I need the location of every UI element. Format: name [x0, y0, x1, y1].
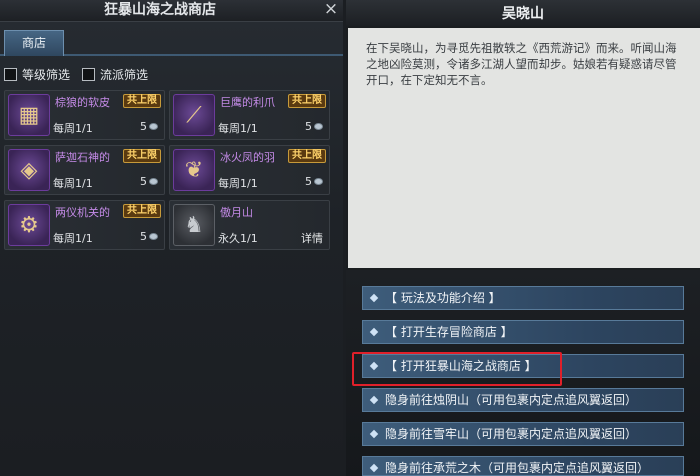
- cost-value: 5: [305, 175, 312, 188]
- option-open-survival-shop[interactable]: 【 打开生存冒险商店 】: [362, 320, 684, 344]
- diamond-bullet-icon: [369, 395, 379, 405]
- details-link[interactable]: 详情: [301, 230, 323, 246]
- shop-item-stone-god[interactable]: ◈ 萨迦石神的 共上限 每周1/1 5: [4, 145, 165, 195]
- npc-dialog-panel: 吴晓山 在下吴晓山，为寻觅先祖散轶之《西荒游记》而来。听闻山海之地凶险莫测，令诸…: [346, 0, 700, 476]
- item-period: 每周1/1: [218, 122, 258, 135]
- limit-badge: 共上限: [288, 149, 326, 163]
- gear-icon: ⚙: [8, 204, 50, 246]
- checkbox-icon: [4, 67, 17, 81]
- shop-titlebar: 狂暴山海之战商店 ×: [0, 0, 343, 22]
- npc-name: 吴晓山: [502, 6, 544, 22]
- wolf-mount-icon: ♞: [173, 204, 215, 246]
- item-name: 巨鹰的利爪: [220, 96, 275, 109]
- item-cost: 5: [140, 175, 158, 188]
- school-filter-checkbox[interactable]: 流派筛选: [82, 66, 148, 82]
- limit-badge: 共上限: [123, 204, 161, 218]
- item-name: 棕狼的软皮: [55, 96, 110, 109]
- limit-badge: 共上限: [288, 94, 326, 108]
- shop-item-phoenix-feather[interactable]: ❦ 冰火凤的羽 共上限 每周1/1 5: [169, 145, 330, 195]
- option-label: 【 玩法及功能介绍 】: [385, 291, 501, 305]
- item-period: 每周1/1: [53, 232, 93, 245]
- claw-icon: ⟋: [173, 94, 215, 136]
- feather-icon: ❦: [173, 149, 215, 191]
- currency-icon: [149, 233, 158, 240]
- leather-icon: ▦: [8, 94, 50, 136]
- item-name: 萨迦石神的: [55, 151, 110, 164]
- cost-value: 5: [305, 120, 312, 133]
- option-label: 隐身前往烛阴山（可用包裹内定点追风翼返回）: [385, 393, 638, 407]
- level-filter-checkbox[interactable]: 等级筛选: [4, 66, 70, 82]
- option-travel-xuelao[interactable]: 隐身前往雪牢山（可用包裹内定点追风翼返回）: [362, 422, 684, 446]
- shop-item-aoyue-mount[interactable]: ♞ 傲月山 永久1/1 详情: [169, 200, 330, 250]
- option-label: 隐身前往承荒之木（可用包裹内定点追风翼返回）: [385, 461, 650, 475]
- shop-title: 狂暴山海之战商店: [104, 2, 216, 18]
- item-cost: 5: [305, 175, 323, 188]
- option-gameplay-intro[interactable]: 【 玩法及功能介绍 】: [362, 286, 684, 310]
- currency-icon: [149, 178, 158, 185]
- shop-tabbar: 商店: [0, 28, 343, 56]
- item-cost: 5: [140, 230, 158, 243]
- limit-badge: 共上限: [123, 149, 161, 163]
- item-cost: 5: [140, 120, 158, 133]
- option-travel-chenghuang[interactable]: 隐身前往承荒之木（可用包裹内定点追风翼返回）: [362, 456, 684, 476]
- level-filter-label: 等级筛选: [22, 67, 71, 82]
- diamond-bullet-icon: [369, 429, 379, 439]
- item-name: 傲月山: [220, 206, 253, 219]
- school-filter-label: 流派筛选: [100, 67, 149, 82]
- diamond-bullet-icon: [369, 463, 379, 473]
- shop-item-wolf-hide[interactable]: ▦ 棕狼的软皮 共上限 每周1/1 5: [4, 90, 165, 140]
- shop-panel: 狂暴山海之战商店 × 商店 等级筛选 流派筛选 ▦ 棕狼的软皮 共上限 每周1/…: [0, 0, 343, 476]
- item-name: 两仪机关的: [55, 206, 110, 219]
- tab-shop[interactable]: 商店: [4, 30, 64, 56]
- shop-body: 商店 等级筛选 流派筛选 ▦ 棕狼的软皮 共上限 每周1/1 5 ⟋ 巨鹰的利爪…: [0, 22, 343, 476]
- item-period: 每周1/1: [53, 177, 93, 190]
- currency-icon: [314, 178, 323, 185]
- npc-titlebar: 吴晓山: [346, 0, 700, 26]
- cost-value: 5: [140, 230, 147, 243]
- limit-badge: 共上限: [123, 94, 161, 108]
- item-period: 每周1/1: [218, 177, 258, 190]
- diamond-bullet-icon: [369, 293, 379, 303]
- option-label: 【 打开生存冒险商店 】: [385, 325, 513, 339]
- option-label: 隐身前往雪牢山（可用包裹内定点追风翼返回）: [385, 427, 638, 441]
- highlight-annotation: [352, 352, 562, 386]
- npc-dialog-box: 在下吴晓山，为寻觅先祖散轶之《西荒游记》而来。听闻山海之地凶险莫测，令诸多江湖人…: [348, 28, 700, 268]
- checkbox-icon: [82, 67, 95, 81]
- shop-item-taiji-mechanism[interactable]: ⚙ 两仪机关的 共上限 每周1/1 5: [4, 200, 165, 250]
- npc-dialog-text: 在下吴晓山，为寻觅先祖散轶之《西荒游记》而来。听闻山海之地凶险莫测，令诸多江湖人…: [366, 41, 677, 87]
- cost-value: 5: [140, 175, 147, 188]
- close-icon[interactable]: ×: [321, 0, 341, 21]
- item-name: 冰火凤的羽: [220, 151, 275, 164]
- item-period: 永久1/1: [218, 232, 258, 245]
- currency-icon: [314, 123, 323, 130]
- option-travel-zhuyin[interactable]: 隐身前往烛阴山（可用包裹内定点追风翼返回）: [362, 388, 684, 412]
- shop-item-eagle-claw[interactable]: ⟋ 巨鹰的利爪 共上限 每周1/1 5: [169, 90, 330, 140]
- item-cost: 5: [305, 120, 323, 133]
- currency-icon: [149, 123, 158, 130]
- item-period: 每周1/1: [53, 122, 93, 135]
- stone-core-icon: ◈: [8, 149, 50, 191]
- diamond-bullet-icon: [369, 327, 379, 337]
- cost-value: 5: [140, 120, 147, 133]
